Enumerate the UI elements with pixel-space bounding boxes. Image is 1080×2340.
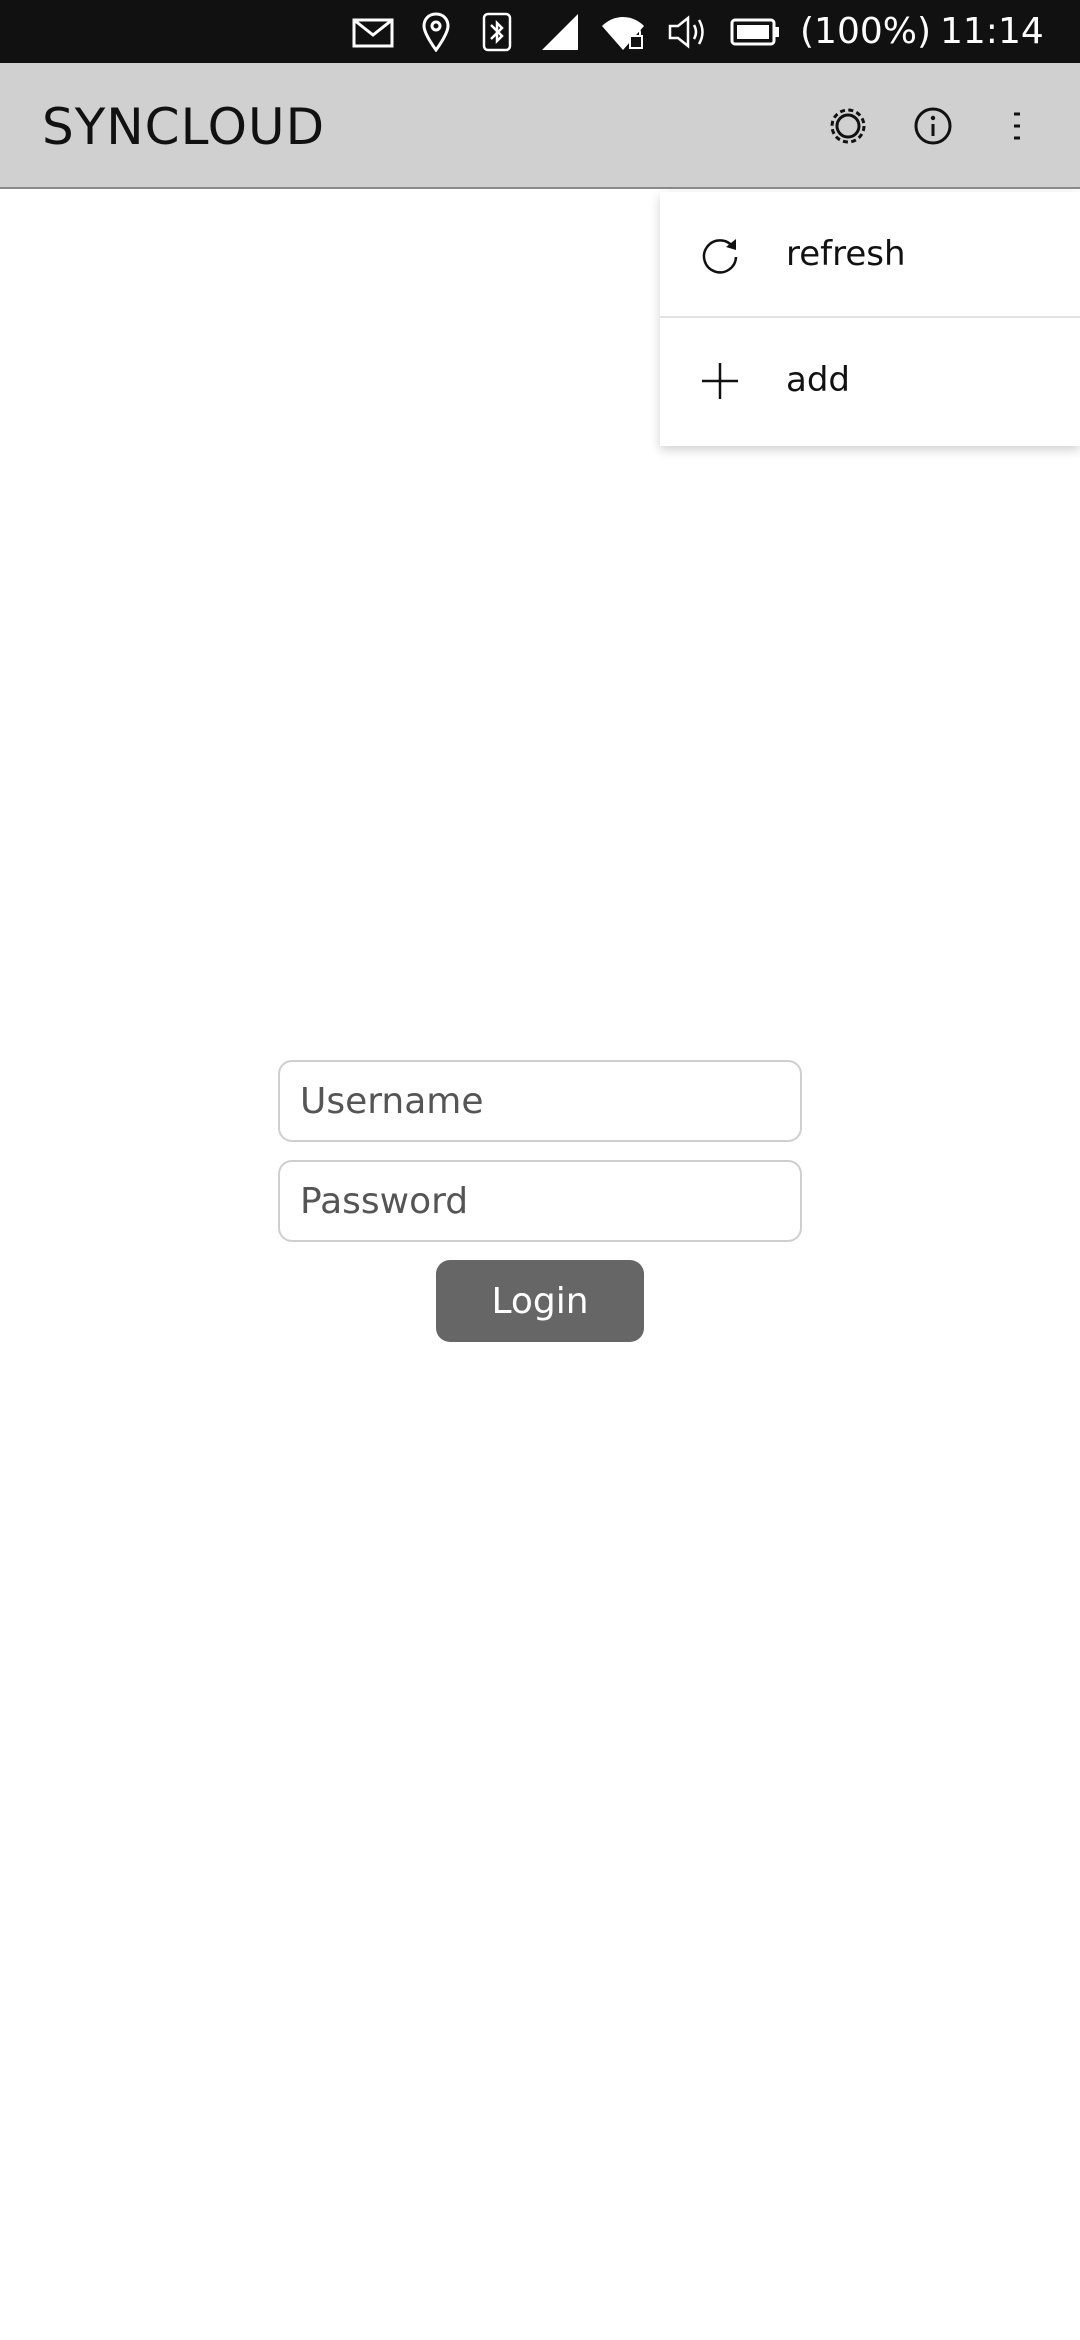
- battery-percentage: (100%): [800, 11, 932, 52]
- info-button[interactable]: [898, 91, 968, 161]
- plus-icon: [700, 361, 740, 401]
- password-field[interactable]: [278, 1160, 802, 1242]
- battery-icon: [730, 12, 782, 52]
- overflow-menu: refresh add: [660, 192, 1080, 446]
- volume-icon: [666, 12, 708, 52]
- clock: 11:14: [940, 11, 1044, 52]
- app-header: SYNCLOUD: [0, 63, 1080, 189]
- username-field[interactable]: [278, 1060, 802, 1142]
- overflow-menu-button[interactable]: [982, 91, 1052, 161]
- menu-item-label: add: [786, 360, 850, 400]
- page-title: SYNCLOUD: [42, 98, 326, 156]
- gear-icon: [813, 91, 883, 161]
- cellular-signal-icon: [540, 12, 580, 52]
- mail-icon: [352, 12, 394, 52]
- menu-item-refresh[interactable]: refresh: [660, 192, 1080, 318]
- wifi-locked-icon: [600, 12, 646, 52]
- menu-item-label: refresh: [786, 234, 906, 274]
- bluetooth-icon: [482, 12, 512, 52]
- refresh-icon: [700, 235, 740, 275]
- menu-item-add[interactable]: add: [660, 318, 1080, 444]
- info-icon: [898, 91, 968, 161]
- login-button[interactable]: Login: [436, 1260, 644, 1342]
- overflow-menu-icon: [982, 91, 1052, 161]
- settings-button[interactable]: [813, 91, 883, 161]
- location-pin-icon: [422, 12, 450, 52]
- status-bar: (100%) 11:14: [0, 0, 1080, 63]
